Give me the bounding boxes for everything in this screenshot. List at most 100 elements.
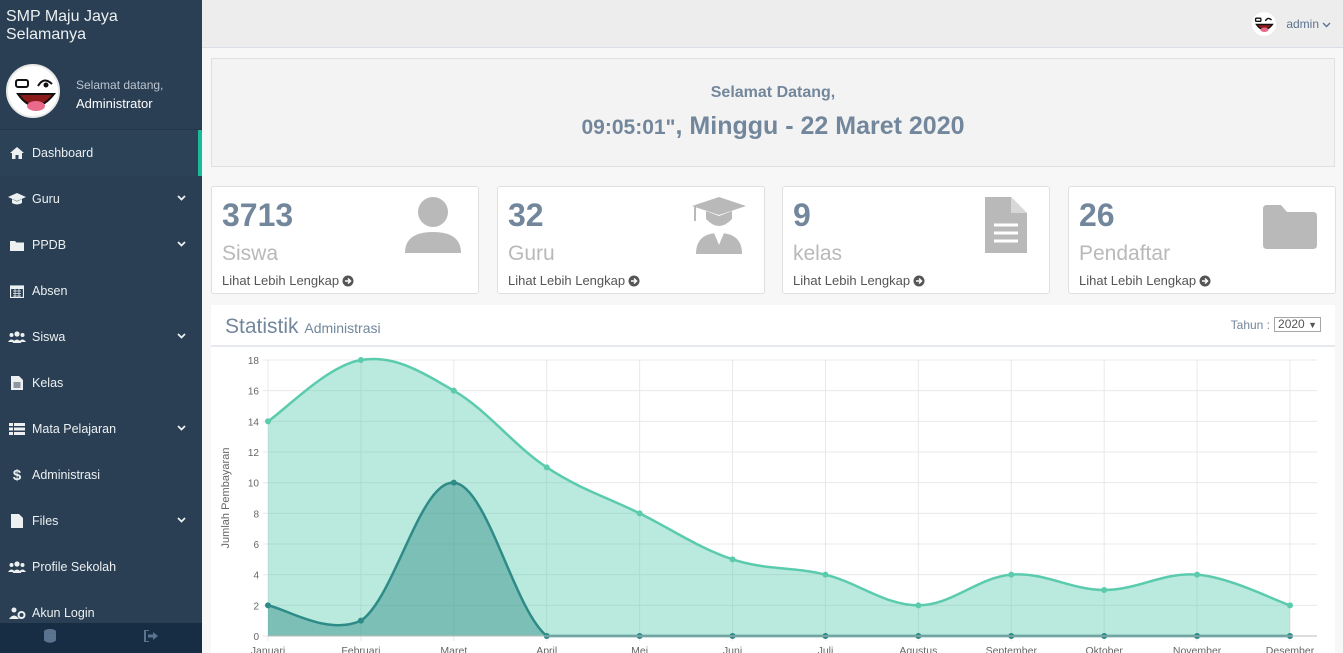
sign-out-icon[interactable]: [144, 629, 158, 647]
folder-icon: [8, 238, 26, 252]
sidebar-item-label: Administrasi: [32, 468, 101, 482]
statistik-panel: Statistik Administrasi Tahun : 2020 ▼ 0 2…: [211, 305, 1335, 653]
avatar: [6, 64, 60, 118]
y-tick-label: 4: [253, 571, 259, 582]
chevron-down-icon: [177, 333, 186, 339]
data-point: [729, 556, 736, 563]
stat-box-pendaftar: 26 Pendaftar Lihat Lebih Lengkap: [1068, 186, 1336, 294]
sidebar-item-guru[interactable]: Guru: [0, 176, 202, 222]
dollar-icon: $: [12, 466, 22, 484]
more-link[interactable]: Lihat Lebih Lengkap: [508, 273, 640, 288]
sidebar-item-label: PPDB: [32, 238, 67, 252]
stat-label: Siswa: [222, 242, 279, 265]
data-point: [1008, 571, 1015, 578]
y-tick-label: 14: [248, 417, 260, 428]
statistik-chart: 0 2 4 6 8 10 12 14 16 18 Januari Februari Maret April…: [220, 356, 1317, 653]
x-tick-label: November: [1173, 645, 1222, 653]
stat-box-kelas: 9 kelas Lihat Lebih Lengkap: [782, 186, 1050, 294]
welcome-greeting: Selamat datang,: [76, 78, 164, 92]
stat-label: Guru: [508, 242, 555, 265]
stat-box-siswa: 3713 Siswa Lihat Lebih Lengkap: [211, 186, 479, 294]
more-link[interactable]: Lihat Lebih Lengkap: [1079, 273, 1211, 288]
sidebar-item-administrasi[interactable]: $ Administrasi: [0, 452, 202, 498]
sidebar: SMP Maju Jaya Selamanya Selamat datang, …: [0, 0, 202, 653]
arrow-circle-right-icon: [913, 275, 925, 286]
more-link[interactable]: Lihat Lebih Lengkap: [222, 273, 354, 288]
sidebar-item-label: Mata Pelajaran: [32, 422, 117, 436]
welcome-panel: Selamat Datang, 09:05:01", Minggu - 22 M…: [211, 58, 1335, 167]
sidebar-item-label: Files: [32, 514, 59, 528]
panel-header: Statistik Administrasi Tahun : 2020 ▼: [211, 305, 1335, 347]
y-axis-label: Jumlah Pembayaran: [220, 448, 232, 549]
chevron-down-icon: [177, 241, 186, 247]
x-tick-label: Oktober: [1086, 645, 1124, 653]
graduation-cap-icon: [8, 192, 26, 206]
arrow-circle-right-icon: [1199, 275, 1211, 286]
x-tick-label: Desember: [1266, 645, 1315, 653]
sidebar-item-label: Akun Login: [32, 606, 95, 620]
sidebar-item-profile-sekolah[interactable]: Profile Sekolah: [0, 544, 202, 590]
data-point: [636, 510, 643, 517]
y-tick-label: 10: [248, 479, 260, 490]
x-tick-label: September: [986, 645, 1038, 653]
sidebar-item-label: Siswa: [32, 330, 66, 344]
app-brand[interactable]: SMP Maju Jaya Selamanya: [0, 0, 202, 48]
data-point: [265, 418, 271, 425]
y-tick-label: 18: [248, 356, 260, 367]
current-date: , Minggu - 22 Maret 2020: [675, 112, 965, 140]
chevron-down-icon: [1322, 22, 1331, 27]
database-icon[interactable]: [44, 628, 56, 648]
sidebar-item-absen[interactable]: Absen: [0, 268, 202, 314]
sidebar-item-kelas[interactable]: Kelas: [0, 360, 202, 406]
more-link-label: Lihat Lebih Lengkap: [222, 273, 340, 288]
panel-title-text: Statistik: [225, 315, 299, 338]
x-tick-label: Februari: [341, 645, 380, 653]
sidebar-menu: Dashboard Guru PPDB Absen Siswa Kelas Ma…: [0, 130, 202, 636]
sidebar-item-label: Absen: [32, 284, 68, 298]
sidebar-item-files[interactable]: Files: [0, 498, 202, 544]
year-label: Tahun :: [1230, 317, 1271, 332]
graduate-icon: [692, 197, 746, 254]
profile-name: Administrator: [76, 96, 153, 111]
clock-time: 09:05:01": [581, 116, 676, 139]
chevron-down-icon: [177, 425, 186, 431]
chevron-down-icon: [177, 517, 186, 523]
data-point: [265, 602, 271, 609]
stat-count: 26: [1079, 197, 1115, 233]
calendar-icon: [8, 284, 26, 298]
panel-title: Statistik Administrasi: [225, 315, 381, 339]
avatar: [1252, 12, 1277, 36]
sidebar-item-label: Guru: [32, 192, 60, 206]
y-tick-label: 0: [253, 632, 259, 643]
chevron-down-icon: [177, 195, 186, 201]
dropdown-arrow-icon: ▼: [1308, 320, 1317, 330]
x-tick-label: Januari: [251, 645, 285, 653]
data-point: [915, 602, 922, 609]
y-tick-label: 6: [253, 540, 259, 551]
y-tick-label: 16: [248, 387, 260, 398]
stat-label: Pendaftar: [1079, 242, 1171, 265]
data-point: [543, 464, 550, 471]
top-navbar: admin: [202, 0, 1343, 48]
home-icon: [8, 146, 26, 160]
more-link[interactable]: Lihat Lebih Lengkap: [793, 273, 925, 288]
stat-count: 3713: [222, 197, 294, 233]
users-icon: [8, 330, 26, 344]
sidebar-item-ppdb[interactable]: PPDB: [0, 222, 202, 268]
user-menu-toggle[interactable]: admin: [1252, 12, 1331, 36]
user-icon: [405, 197, 461, 253]
file-icon: [8, 514, 26, 528]
welcome-title: Selamat Datang,: [710, 84, 836, 101]
sidebar-item-label: Kelas: [32, 376, 64, 390]
arrow-circle-right-icon: [628, 275, 640, 286]
stat-box-guru: 32 Guru Lihat Lebih Lengkap: [497, 186, 765, 294]
sidebar-item-dashboard[interactable]: Dashboard: [0, 130, 202, 176]
stat-count: 32: [508, 197, 544, 233]
year-select[interactable]: 2020 ▼: [1274, 317, 1321, 332]
sidebar-item-siswa[interactable]: Siswa: [0, 314, 202, 360]
data-point: [450, 479, 457, 486]
sidebar-item-mata-pelajaran[interactable]: Mata Pelajaran: [0, 406, 202, 452]
x-tick-label: Juli: [818, 645, 834, 653]
sidebar-item-label: Profile Sekolah: [32, 560, 117, 574]
x-tick-label: Juni: [723, 645, 742, 653]
